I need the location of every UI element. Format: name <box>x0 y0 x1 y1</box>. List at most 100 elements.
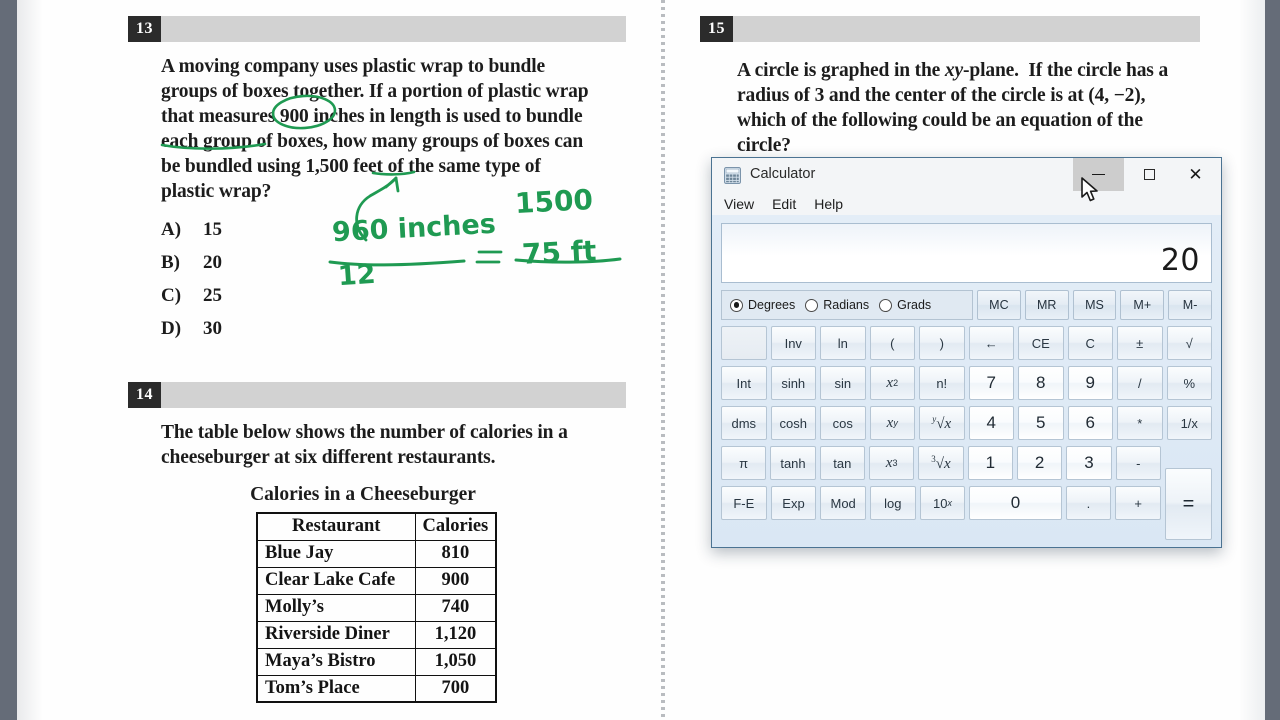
key-inv[interactable]: Inv <box>770 326 816 360</box>
key-close-paren[interactable]: ) <box>919 326 965 360</box>
key-4[interactable]: 4 <box>968 406 1014 440</box>
key-decimal-point[interactable]: . <box>1065 486 1112 520</box>
close-button[interactable]: ✕ <box>1170 158 1221 191</box>
key-sinh[interactable]: sinh <box>770 366 816 400</box>
calculator-title: Calculator <box>750 166 816 182</box>
key-exp[interactable]: Exp <box>770 486 817 520</box>
key-9[interactable]: 9 <box>1067 366 1113 400</box>
question-14-text: The table below shows the number of calo… <box>161 420 621 470</box>
key-cube-root-of-x[interactable]: 3√x <box>918 446 964 480</box>
choice-c-label: C) <box>161 284 182 306</box>
key-tan[interactable]: tan <box>819 446 865 480</box>
key-3[interactable]: 3 <box>1066 446 1112 480</box>
q13-line-4: each group of boxes, how many groups of … <box>161 131 584 152</box>
key-add[interactable]: + <box>1115 486 1161 520</box>
key-equals[interactable]: = <box>1165 468 1212 540</box>
key-sin[interactable]: sin <box>820 366 866 400</box>
table-row: Clear Lake Cafe 900 <box>256 566 497 595</box>
key-f-e[interactable]: F-E <box>721 486 767 520</box>
key-6[interactable]: 6 <box>1067 406 1113 440</box>
key-int[interactable]: Int <box>721 366 767 400</box>
key-pi[interactable]: π <box>721 446 767 480</box>
choice-a[interactable]: A) 15 <box>161 213 626 246</box>
key-backspace[interactable]: ← <box>968 326 1014 360</box>
memory-add-button[interactable]: M+ <box>1120 290 1165 320</box>
choice-b-label: B) <box>161 251 180 273</box>
key-subtract[interactable]: - <box>1115 446 1161 480</box>
page-shadow-right <box>1239 0 1265 720</box>
column-header-calories: Calories <box>414 512 497 541</box>
radio-radians-dot <box>805 298 819 312</box>
key-x-to-the-y[interactable]: xy <box>869 406 915 440</box>
question-14-number: 14 <box>128 382 161 408</box>
key-8[interactable]: 8 <box>1018 366 1064 400</box>
key-5[interactable]: 5 <box>1018 406 1064 440</box>
key-ten-to-the-x[interactable]: 10 x <box>919 486 966 520</box>
calculator-display[interactable]: 20 <box>721 223 1212 283</box>
close-icon: ✕ <box>1188 165 1203 184</box>
memory-recall-button[interactable]: MR <box>1024 290 1069 320</box>
question-13-text: A moving company uses plastic wrap to bu… <box>161 54 621 204</box>
calculator-window[interactable]: Calculator ✕ View Edit Help 20 Degrees R… <box>711 157 1222 548</box>
key-log[interactable]: log <box>869 486 916 520</box>
question-13-choices: A) 15 B) 20 C) 25 D) 30 <box>161 213 626 345</box>
key-ce[interactable]: CE <box>1018 326 1064 360</box>
key-0[interactable]: 0 <box>969 486 1062 520</box>
menu-item-view[interactable]: View <box>724 196 754 212</box>
key-cos[interactable]: cos <box>820 406 866 440</box>
key-divide[interactable]: / <box>1117 366 1163 400</box>
cell-restaurant: Riverside Diner <box>256 620 416 649</box>
choice-c[interactable]: C) 25 <box>161 279 626 312</box>
menu-item-help[interactable]: Help <box>814 196 843 212</box>
key-2[interactable]: 2 <box>1016 446 1063 480</box>
key-sqrt[interactable]: √ <box>1166 326 1212 360</box>
calculator-body: 20 Degrees Radians Grads MC MR MS M+ M- … <box>712 215 1221 547</box>
radio-grads[interactable]: Grads <box>879 298 931 312</box>
memory-subtract-button[interactable]: M- <box>1168 290 1212 320</box>
calculator-keypad: Inv ln ( ) ← CE C ± √ Int sinh sin x2 n! <box>721 326 1212 540</box>
maximize-button[interactable] <box>1124 158 1175 191</box>
key-blank[interactable] <box>721 326 767 360</box>
key-factorial[interactable]: n! <box>919 366 965 400</box>
cell-restaurant: Clear Lake Cafe <box>256 566 416 595</box>
key-reciprocal[interactable]: 1/x <box>1166 406 1212 440</box>
key-1[interactable]: 1 <box>967 446 1013 480</box>
key-x-squared[interactable]: x2 <box>869 366 915 400</box>
display-value: 20 <box>1160 243 1200 278</box>
minimize-button[interactable] <box>1073 158 1124 191</box>
table-row: Maya’s Bistro 1,050 <box>256 647 497 676</box>
key-open-paren[interactable]: ( <box>869 326 915 360</box>
choice-d-label: D) <box>161 317 182 339</box>
question-14-header: 14 <box>128 382 626 408</box>
radio-radians[interactable]: Radians <box>805 298 869 312</box>
q13-line-6: plastic wrap? <box>161 181 272 202</box>
radio-grads-label: Grads <box>897 298 932 312</box>
key-ln[interactable]: ln <box>820 326 866 360</box>
keypad-row-3: dms cosh cos xy y√x 4 5 6 * 1/x <box>721 406 1212 440</box>
key-plus-minus[interactable]: ± <box>1117 326 1163 360</box>
choice-b[interactable]: B) 20 <box>161 246 626 279</box>
memory-store-button[interactable]: MS <box>1072 290 1117 320</box>
key-7[interactable]: 7 <box>968 366 1014 400</box>
table-row: Molly’s 740 <box>256 593 497 622</box>
key-percent[interactable]: % <box>1166 366 1212 400</box>
q15-line-1: A circle is graphed in the xy-plane. If … <box>737 60 1169 81</box>
key-multiply[interactable]: * <box>1117 406 1163 440</box>
calculator-titlebar[interactable]: Calculator ✕ <box>712 158 1221 193</box>
question-13-number: 13 <box>128 16 161 42</box>
key-c[interactable]: C <box>1067 326 1113 360</box>
key-tanh[interactable]: tanh <box>770 446 816 480</box>
key-mod[interactable]: Mod <box>820 486 866 520</box>
question-15-text: A circle is graphed in the xy-plane. If … <box>737 58 1207 158</box>
key-yth-root-of-x[interactable]: y√x <box>919 406 965 440</box>
key-x-cubed[interactable]: x3 <box>868 446 915 480</box>
memory-clear-button[interactable]: MC <box>977 290 1021 320</box>
key-dms[interactable]: dms <box>721 406 767 440</box>
radio-degrees[interactable]: Degrees <box>730 298 795 312</box>
choice-d[interactable]: D) 30 <box>161 312 626 345</box>
question-13: 13 A moving company uses plastic wrap to… <box>128 16 626 345</box>
menu-item-edit[interactable]: Edit <box>772 196 796 212</box>
key-cosh[interactable]: cosh <box>770 406 816 440</box>
radio-degrees-dot <box>730 298 743 312</box>
cell-calories: 900 <box>414 566 497 595</box>
